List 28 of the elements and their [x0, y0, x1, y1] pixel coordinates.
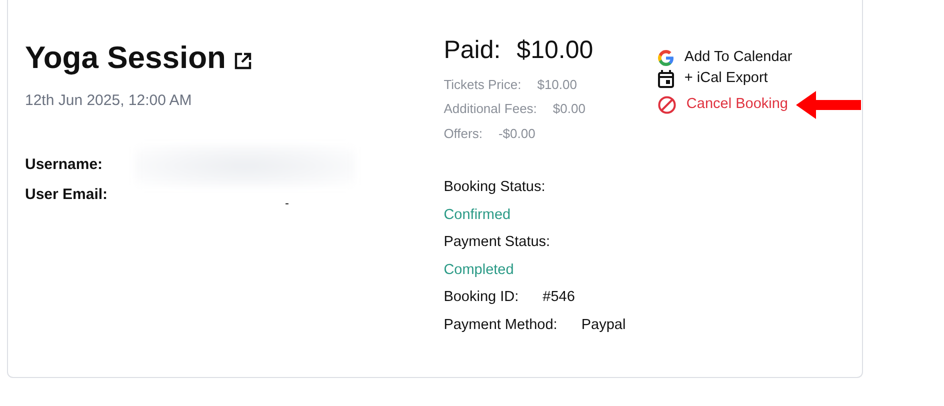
field-label: User Email:	[25, 185, 109, 206]
action-link[interactable]: + iCal Export	[658, 68, 768, 90]
detail-value: #546	[542, 288, 575, 308]
external-link-icon[interactable]	[234, 52, 252, 70]
detail-label: Booking ID:	[444, 288, 519, 308]
detail-label: Payment Method:	[444, 316, 558, 335]
event-date: 12th Jun 2025, 12:00 AM	[25, 91, 193, 112]
paid-label: Paid:	[444, 35, 501, 65]
status-label: Booking Status:	[444, 178, 546, 198]
price-value: $0.00	[552, 100, 586, 118]
price-label: Additional Fees:	[444, 100, 537, 118]
detail-value: Paypal	[581, 316, 626, 335]
price-value: -$0.00	[498, 124, 536, 142]
paid-amount: $10.00	[516, 35, 594, 65]
status-label: Payment Status:	[444, 233, 552, 252]
price-value: $10.00	[537, 76, 577, 94]
event-title: Yoga Session	[25, 39, 226, 76]
status-value: Completed	[444, 260, 515, 280]
action-link[interactable]: Add To Calendar	[658, 47, 792, 68]
status-value: Confirmed	[444, 206, 512, 225]
prohibited-icon	[658, 96, 676, 114]
price-label: Tickets Price:	[444, 76, 522, 94]
action-link[interactable]: Cancel Booking	[658, 94, 788, 116]
calendar-icon	[658, 70, 674, 88]
field-label: Username:	[25, 155, 104, 176]
price-label: Offers:	[444, 124, 482, 142]
field-value: -	[285, 194, 289, 212]
google-g-icon	[658, 50, 674, 66]
